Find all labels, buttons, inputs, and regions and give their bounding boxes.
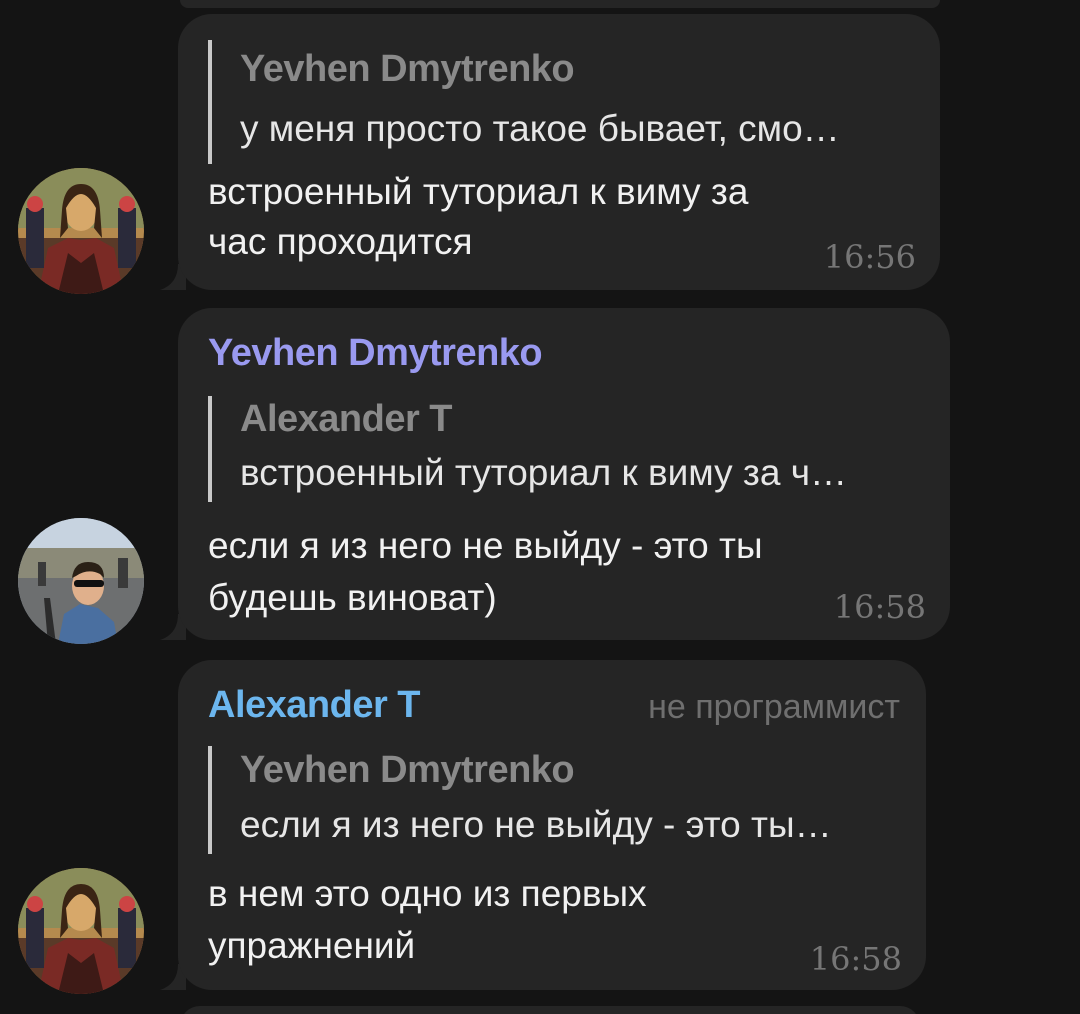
message-bubble[interactable]: Alexander T не программист Yevhen Dmytre… <box>178 660 926 990</box>
selfie-photo-avatar[interactable] <box>18 518 144 644</box>
message-text-line-1: если я из него не выйду - это ты <box>208 525 763 566</box>
reply-quote[interactable]: Yevhen Dmytrenko если я из него не выйду… <box>208 746 832 854</box>
reply-quote[interactable]: Yevhen Dmytrenko у меня просто такое быв… <box>208 40 840 164</box>
reply-quote[interactable]: Alexander T встроенный туториал к виму з… <box>208 396 847 502</box>
message-bubble[interactable]: Yevhen Dmytrenko Alexander T встроенный … <box>178 308 950 640</box>
mona-lisa-avatar[interactable] <box>18 868 144 994</box>
chat-history[interactable]: Yevhen Dmytrenko у меня просто такое быв… <box>0 0 1080 1014</box>
message-text-line-2: упражнений <box>208 925 416 966</box>
message-time: 16:56 <box>823 238 916 276</box>
message-bubble[interactable]: Yevhen Dmytrenko у меня просто такое быв… <box>178 14 940 290</box>
reply-author: Alexander T <box>240 398 453 440</box>
member-title: не программист <box>648 688 900 726</box>
reply-text: если я из него не выйду - это ты… <box>240 804 832 845</box>
message-2[interactable]: Yevhen Dmytrenko Alexander T встроенный … <box>0 308 1080 644</box>
message-text-line-1: в нем это одно из первых <box>208 873 647 914</box>
mona-lisa-avatar[interactable] <box>18 168 144 294</box>
sender-name[interactable]: Yevhen Dmytrenko <box>208 332 543 375</box>
previous-message-bubble-edge <box>180 0 940 8</box>
reply-text: у меня просто такое бывает, смо… <box>240 108 840 149</box>
reply-author: Yevhen Dmytrenko <box>240 749 575 791</box>
message-time: 16:58 <box>833 588 926 626</box>
message-text-line-2: час проходится <box>208 221 473 262</box>
message-text-line-2: будешь виноват) <box>208 577 497 618</box>
message-1[interactable]: Yevhen Dmytrenko у меня просто такое быв… <box>0 14 1080 294</box>
message-text-line-1: встроенный туториал к виму за <box>208 171 749 212</box>
message-3[interactable]: Alexander T не программист Yevhen Dmytre… <box>0 660 1080 994</box>
reply-text: встроенный туториал к виму за ч… <box>240 452 848 493</box>
sender-name[interactable]: Alexander T <box>208 684 421 727</box>
message-time: 16:58 <box>809 940 902 978</box>
reply-author: Yevhen Dmytrenko <box>240 48 575 90</box>
next-message-bubble-edge <box>180 1006 920 1014</box>
